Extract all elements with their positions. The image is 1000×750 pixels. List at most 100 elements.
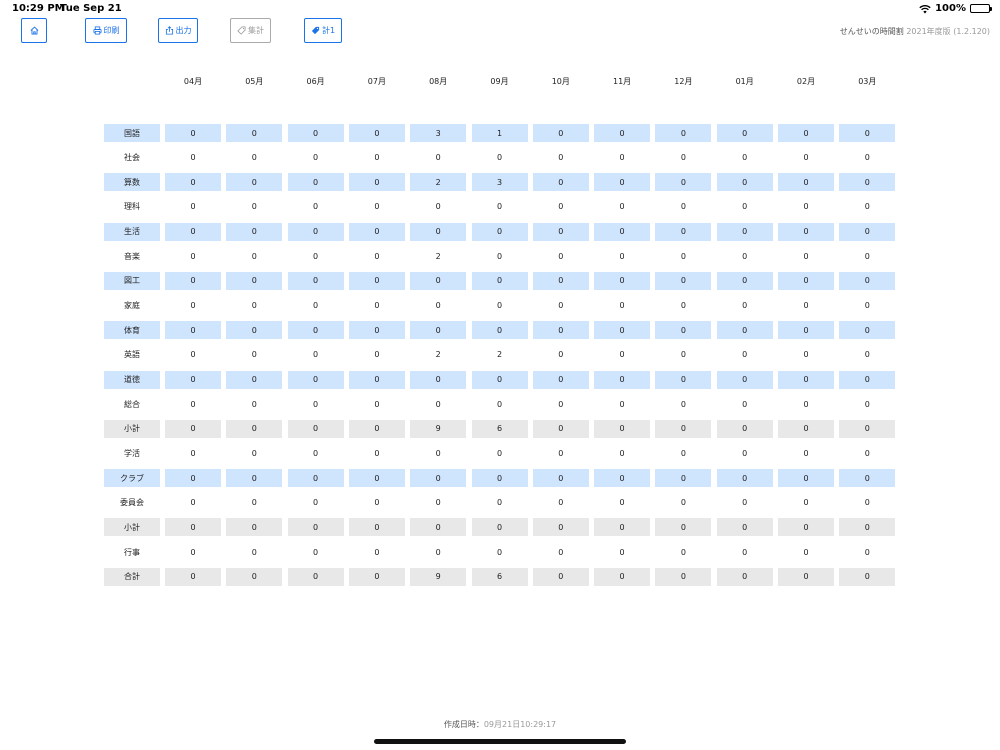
table-cell[interactable]: 0: [472, 247, 528, 265]
table-cell[interactable]: 0: [839, 222, 896, 241]
table-cell[interactable]: 0: [226, 149, 282, 167]
table-cell[interactable]: 0: [165, 494, 221, 512]
table-cell[interactable]: 0: [349, 444, 405, 462]
table-cell[interactable]: 0: [165, 567, 221, 586]
table-cell[interactable]: 0: [349, 494, 405, 512]
table-cell[interactable]: 0: [532, 518, 589, 537]
table-cell[interactable]: 0: [594, 222, 651, 241]
table-cell[interactable]: 0: [533, 297, 589, 315]
table-cell[interactable]: 0: [778, 469, 834, 488]
table-cell[interactable]: 0: [778, 518, 834, 537]
table-cell[interactable]: 0: [410, 297, 466, 315]
table-cell[interactable]: 0: [655, 469, 712, 488]
table-cell[interactable]: 0: [778, 297, 834, 315]
table-cell[interactable]: 0: [165, 395, 221, 413]
table-cell[interactable]: 0: [226, 124, 283, 142]
table-cell[interactable]: 0: [655, 518, 712, 537]
table-cell[interactable]: 0: [655, 494, 711, 512]
table-cell[interactable]: 0: [165, 149, 221, 167]
table-cell[interactable]: 0: [778, 124, 834, 142]
table-cell[interactable]: 0: [348, 124, 405, 142]
table-cell[interactable]: 0: [288, 297, 344, 315]
table-cell[interactable]: 0: [532, 321, 589, 340]
table-cell[interactable]: 0: [839, 198, 895, 216]
table-cell[interactable]: 0: [472, 149, 528, 167]
table-cell[interactable]: 0: [655, 543, 711, 561]
table-cell[interactable]: 0: [655, 346, 711, 364]
table-cell[interactable]: 0: [165, 222, 221, 241]
table-cell[interactable]: 0: [165, 444, 221, 462]
table-cell[interactable]: 9: [410, 419, 467, 438]
table-cell[interactable]: 2: [472, 346, 528, 364]
table-cell[interactable]: 0: [655, 222, 712, 241]
table-cell[interactable]: 0: [778, 543, 834, 561]
table-cell[interactable]: 0: [778, 321, 834, 340]
table-cell[interactable]: 0: [532, 222, 589, 241]
table-cell[interactable]: 0: [778, 419, 834, 438]
table-cell[interactable]: 0: [288, 247, 344, 265]
table-cell[interactable]: 0: [226, 321, 283, 340]
table-cell[interactable]: 0: [165, 469, 221, 488]
table-cell[interactable]: 0: [226, 173, 283, 192]
table-cell[interactable]: 0: [165, 321, 221, 340]
table-cell[interactable]: 0: [348, 419, 405, 438]
table-cell[interactable]: 0: [778, 173, 834, 192]
table-cell[interactable]: 0: [533, 395, 589, 413]
table-cell[interactable]: 0: [165, 370, 221, 389]
tally-button[interactable]: 集計: [230, 18, 271, 43]
table-cell[interactable]: 0: [165, 173, 221, 192]
table-cell[interactable]: 0: [349, 395, 405, 413]
table-cell[interactable]: 0: [532, 124, 589, 142]
table-cell[interactable]: 3: [410, 124, 467, 142]
table-cell[interactable]: 0: [532, 271, 589, 290]
table-cell[interactable]: 0: [716, 370, 773, 389]
table-cell[interactable]: 0: [348, 173, 405, 192]
table-cell[interactable]: 0: [165, 346, 221, 364]
table-cell[interactable]: 0: [471, 222, 528, 241]
table-cell[interactable]: 0: [165, 271, 221, 290]
table-cell[interactable]: 0: [226, 419, 283, 438]
table-cell[interactable]: 0: [532, 419, 589, 438]
total-button[interactable]: 計1: [304, 18, 342, 43]
table-cell[interactable]: 0: [288, 494, 344, 512]
table-cell[interactable]: 0: [533, 444, 589, 462]
table-cell[interactable]: 0: [349, 247, 405, 265]
table-cell[interactable]: 0: [348, 271, 405, 290]
table-cell[interactable]: 0: [287, 271, 344, 290]
table-cell[interactable]: 0: [655, 395, 711, 413]
table-cell[interactable]: 0: [594, 518, 651, 537]
table-cell[interactable]: 0: [533, 494, 589, 512]
table-cell[interactable]: 0: [287, 567, 344, 586]
table-cell[interactable]: 0: [594, 321, 651, 340]
table-cell[interactable]: 0: [839, 370, 896, 389]
table-cell[interactable]: 0: [410, 395, 466, 413]
table-cell[interactable]: 0: [717, 198, 773, 216]
table-cell[interactable]: 0: [594, 567, 651, 586]
table-cell[interactable]: 0: [471, 271, 528, 290]
table-cell[interactable]: 0: [410, 469, 467, 488]
table-cell[interactable]: 0: [471, 469, 528, 488]
table-cell[interactable]: 0: [594, 346, 650, 364]
table-cell[interactable]: 0: [716, 222, 773, 241]
table-cell[interactable]: 0: [471, 321, 528, 340]
table-cell[interactable]: 0: [533, 346, 589, 364]
table-cell[interactable]: 0: [655, 370, 712, 389]
table-cell[interactable]: 0: [778, 271, 834, 290]
table-cell[interactable]: 0: [839, 469, 896, 488]
table-cell[interactable]: 0: [655, 247, 711, 265]
table-cell[interactable]: 0: [594, 494, 650, 512]
table-cell[interactable]: 0: [410, 321, 467, 340]
table-cell[interactable]: 0: [471, 518, 528, 537]
table-cell[interactable]: 0: [716, 173, 773, 192]
table-cell[interactable]: 0: [594, 271, 651, 290]
table-cell[interactable]: 0: [287, 173, 344, 192]
table-cell[interactable]: 0: [716, 518, 773, 537]
table-cell[interactable]: 0: [349, 297, 405, 315]
table-cell[interactable]: 6: [471, 419, 528, 438]
table-cell[interactable]: 0: [655, 321, 712, 340]
table-cell[interactable]: 0: [778, 370, 834, 389]
table-cell[interactable]: 0: [348, 321, 405, 340]
table-cell[interactable]: 0: [655, 198, 711, 216]
table-cell[interactable]: 0: [655, 297, 711, 315]
table-cell[interactable]: 0: [839, 247, 895, 265]
